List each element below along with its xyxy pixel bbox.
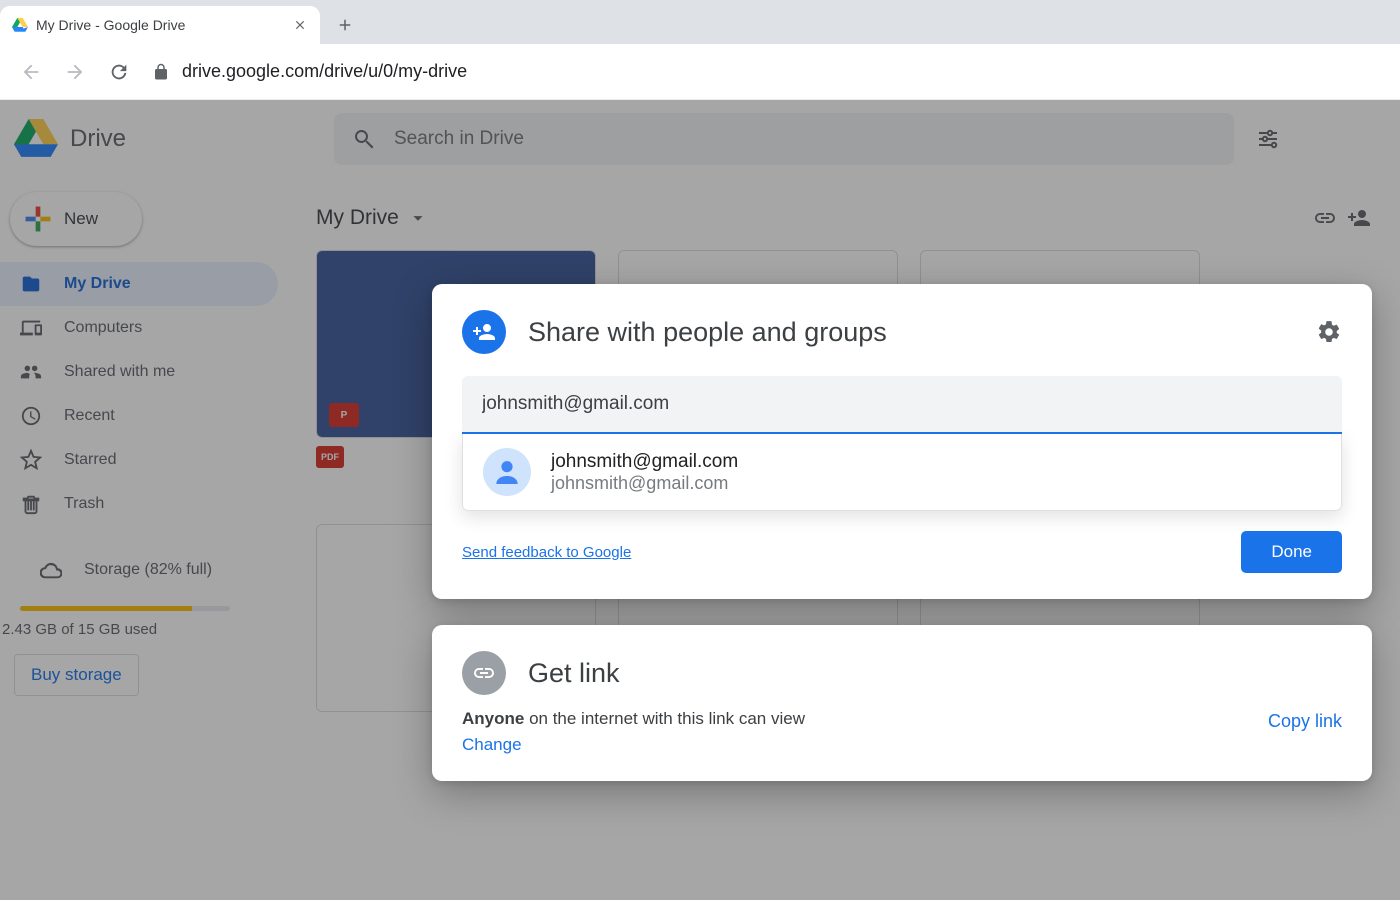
new-tab-button[interactable] bbox=[330, 10, 360, 40]
suggestion-email: johnsmith@gmail.com bbox=[551, 473, 738, 494]
share-suggestion-item[interactable]: johnsmith@gmail.com johnsmith@gmail.com bbox=[462, 434, 1342, 511]
share-email-input[interactable] bbox=[462, 376, 1342, 434]
suggestion-name: johnsmith@gmail.com bbox=[551, 451, 738, 473]
forward-icon bbox=[64, 61, 86, 83]
change-link-access[interactable]: Change bbox=[462, 735, 805, 755]
link-scope-rest: on the internet with this link can view bbox=[524, 709, 805, 728]
address-bar[interactable]: drive.google.com/drive/u/0/my-drive bbox=[152, 54, 1380, 90]
done-button[interactable]: Done bbox=[1241, 531, 1342, 573]
tab-close-icon[interactable] bbox=[292, 17, 308, 33]
drive-favicon-icon bbox=[12, 17, 28, 33]
address-bar-url: drive.google.com/drive/u/0/my-drive bbox=[182, 61, 467, 82]
avatar-icon bbox=[483, 448, 531, 496]
browser-tab-title: My Drive - Google Drive bbox=[36, 17, 284, 33]
browser-tab-strip: My Drive - Google Drive bbox=[0, 0, 1400, 44]
link-scope-strong: Anyone bbox=[462, 709, 524, 728]
share-dialog: Share with people and groups johnsmith@g… bbox=[432, 284, 1372, 599]
reload-icon[interactable] bbox=[108, 61, 130, 83]
back-icon bbox=[20, 61, 42, 83]
get-link-dialog: Get link Anyone on the internet with thi… bbox=[432, 625, 1372, 781]
send-feedback-link[interactable]: Send feedback to Google bbox=[462, 544, 631, 561]
gear-icon[interactable] bbox=[1316, 319, 1342, 345]
person-add-badge-icon bbox=[462, 310, 506, 354]
browser-tab-active[interactable]: My Drive - Google Drive bbox=[0, 6, 320, 44]
get-link-title: Get link bbox=[528, 658, 1342, 689]
lock-icon bbox=[152, 63, 170, 81]
link-badge-icon bbox=[462, 651, 506, 695]
browser-toolbar: drive.google.com/drive/u/0/my-drive bbox=[0, 44, 1400, 100]
copy-link-button[interactable]: Copy link bbox=[1268, 709, 1342, 732]
share-dialog-title: Share with people and groups bbox=[528, 317, 1294, 348]
